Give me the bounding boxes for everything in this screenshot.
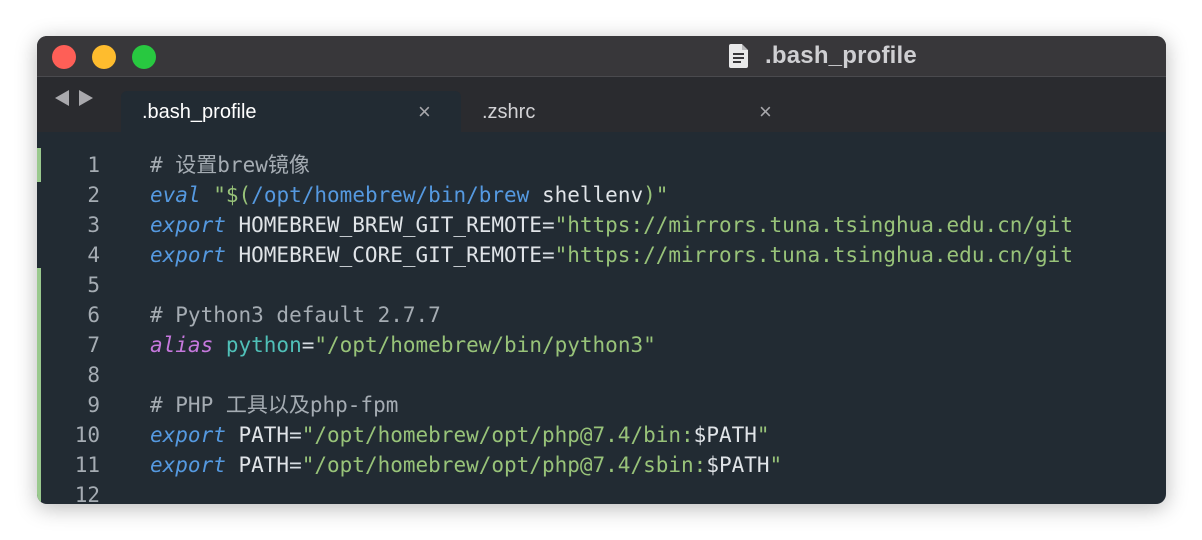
code-token: = bbox=[541, 213, 555, 237]
code-token: "/opt/homebrew/bin/python3" bbox=[314, 333, 656, 357]
zoom-window-button[interactable] bbox=[132, 45, 156, 69]
line-number: 7 bbox=[87, 333, 100, 357]
code-line[interactable]: 11 export PATH="/opt/homebrew/opt/php@7.4… bbox=[37, 450, 1166, 480]
code-line[interactable]: 3 export HOMEBREW_BREW_GIT_REMOTE="https:… bbox=[37, 210, 1166, 240]
code-token: export bbox=[150, 213, 226, 237]
code-token: HOMEBREW_BREW_GIT_REMOTE bbox=[225, 213, 542, 237]
document-icon bbox=[729, 44, 748, 68]
window-title-group: .bash_profile bbox=[729, 40, 917, 72]
line-number: 6 bbox=[87, 303, 100, 327]
code-token: " bbox=[756, 423, 770, 447]
line-number: 1 bbox=[87, 153, 100, 177]
code-token: # PHP 工具以及php-fpm bbox=[150, 393, 399, 417]
tab-bash-profile[interactable]: .bash_profile × bbox=[121, 91, 461, 133]
tab-bar: .bash_profile × .zshrc × bbox=[37, 76, 1166, 133]
line-code: eval "$(/opt/homebrew/bin/brew shellenv)… bbox=[150, 180, 668, 210]
code-token: PATH bbox=[225, 453, 290, 477]
line-code: # PHP 工具以及php-fpm bbox=[150, 390, 398, 420]
code-token: "https://mirrors.tuna.tsinghua.edu.cn/gi… bbox=[554, 243, 1073, 267]
code-token: $PATH bbox=[706, 453, 770, 477]
title-bar: .bash_profile bbox=[37, 36, 1166, 76]
code-line[interactable]: 1 # 设置brew镜像 bbox=[37, 150, 1166, 180]
code-token: "/opt/homebrew/opt/php@7.4/bin: bbox=[301, 423, 694, 447]
line-number: 3 bbox=[87, 213, 100, 237]
code-token: = bbox=[289, 423, 302, 447]
tab-zshrc[interactable]: .zshrc × bbox=[461, 91, 791, 133]
minimize-window-button[interactable] bbox=[92, 45, 116, 69]
code-line[interactable]: 2 eval "$(/opt/homebrew/bin/brew shellenv… bbox=[37, 180, 1166, 210]
code-line[interactable]: 6 # Python3 default 2.7.7 bbox=[37, 300, 1166, 330]
code-token: python bbox=[213, 333, 302, 357]
code-token: alias bbox=[150, 333, 214, 357]
code-token: " bbox=[769, 453, 783, 477]
code-token: HOMEBREW_CORE_GIT_REMOTE bbox=[225, 243, 542, 267]
line-number: 5 bbox=[87, 273, 100, 297]
line-number: 4 bbox=[87, 243, 100, 267]
line-number: 11 bbox=[74, 453, 100, 477]
close-tab-icon[interactable]: × bbox=[418, 101, 431, 123]
code-token: "$( bbox=[213, 183, 252, 207]
code-line[interactable]: 8 bbox=[37, 360, 1166, 390]
code-token: $PATH bbox=[693, 423, 757, 447]
close-window-button[interactable] bbox=[52, 45, 76, 69]
line-code: export PATH="/opt/homebrew/opt/php@7.4/s… bbox=[150, 450, 782, 480]
code-line[interactable]: 7 alias python="/opt/homebrew/bin/python3… bbox=[37, 330, 1166, 360]
line-code: # Python3 default 2.7.7 bbox=[150, 300, 441, 330]
line-code: export HOMEBREW_BREW_GIT_REMOTE="https:/… bbox=[150, 210, 1073, 240]
code-token: export bbox=[150, 453, 226, 477]
code-token: = bbox=[289, 453, 302, 477]
code-token: = bbox=[541, 243, 555, 267]
close-tab-icon[interactable]: × bbox=[759, 101, 772, 123]
code-line[interactable]: 9 # PHP 工具以及php-fpm bbox=[37, 390, 1166, 420]
code-line[interactable]: 12 bbox=[37, 480, 1166, 504]
tab-label: .zshrc bbox=[482, 100, 536, 123]
line-number: 12 bbox=[74, 483, 100, 504]
code-line[interactable]: 4 export HOMEBREW_CORE_GIT_REMOTE="https:… bbox=[37, 240, 1166, 270]
code-token: "/opt/homebrew/opt/php@7.4/sbin: bbox=[301, 453, 707, 477]
line-number: 8 bbox=[87, 363, 100, 387]
editor-window: .bash_profile .bash_profile × .zshrc × 1… bbox=[37, 36, 1166, 504]
line-number: 2 bbox=[87, 183, 100, 207]
code-editor[interactable]: 1 # 设置brew镜像 2 eval "$(/opt/homebrew/bin/br… bbox=[37, 148, 1166, 504]
line-code: export PATH="/opt/homebrew/opt/php@7.4/b… bbox=[150, 420, 770, 450]
tab-label: .bash_profile bbox=[142, 100, 257, 123]
next-tab-arrow-icon[interactable] bbox=[79, 90, 93, 106]
line-number: 10 bbox=[74, 423, 100, 447]
window-title: .bash_profile bbox=[765, 42, 917, 69]
code-line[interactable]: 5 bbox=[37, 270, 1166, 300]
code-token: # 设置brew镜像 bbox=[150, 153, 310, 177]
line-code: alias python="/opt/homebrew/bin/python3" bbox=[150, 330, 656, 360]
line-number: 9 bbox=[87, 393, 100, 417]
line-code: export HOMEBREW_CORE_GIT_REMOTE="https:/… bbox=[150, 240, 1073, 270]
line-code: # 设置brew镜像 bbox=[150, 150, 310, 180]
code-token: eval bbox=[150, 183, 201, 207]
code-token: )" bbox=[643, 183, 669, 207]
code-line[interactable]: 10 export PATH="/opt/homebrew/opt/php@7.4… bbox=[37, 420, 1166, 450]
tab-navigation bbox=[55, 90, 93, 106]
code-token: # Python3 default 2.7.7 bbox=[150, 303, 441, 327]
code-token: /opt/homebrew/bin/brew bbox=[251, 183, 530, 207]
code-token: "https://mirrors.tuna.tsinghua.edu.cn/gi… bbox=[554, 213, 1073, 237]
code-token: PATH bbox=[225, 423, 290, 447]
code-token: shellenv bbox=[529, 183, 644, 207]
code-token: export bbox=[150, 423, 226, 447]
code-token: = bbox=[301, 333, 315, 357]
code-token: export bbox=[150, 243, 226, 267]
previous-tab-arrow-icon[interactable] bbox=[55, 90, 69, 106]
